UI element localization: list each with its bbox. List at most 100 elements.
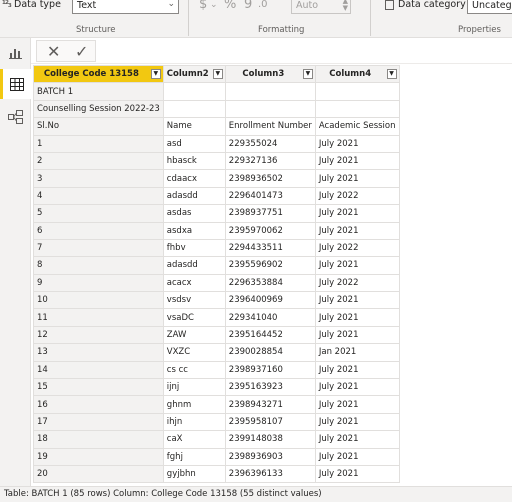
table-cell[interactable]: 229355024 (224, 134, 316, 153)
table-cell[interactable]: ZAW (162, 325, 226, 345)
table-cell[interactable]: Academic Session (314, 117, 400, 136)
table-cell[interactable]: vsaDC (162, 308, 226, 327)
column-header[interactable]: Column2 ▼ (162, 64, 226, 84)
table-cell[interactable]: 14 (33, 360, 164, 380)
table-cell[interactable] (224, 82, 316, 101)
model-view-button[interactable] (0, 102, 31, 132)
table-cell[interactable]: 2398937160 (224, 360, 316, 380)
table-cell[interactable]: 2395970062 (224, 221, 316, 240)
table-cell[interactable] (314, 82, 400, 101)
table-cell[interactable]: BATCH 1 (33, 82, 164, 101)
table-cell[interactable]: 2398937751 (224, 204, 316, 223)
table-cell[interactable]: 5 (33, 204, 164, 223)
table-cell[interactable]: July 2022 (314, 273, 400, 293)
table-cell[interactable]: 20 (33, 464, 164, 484)
table-cell[interactable]: 2398936502 (224, 169, 316, 188)
table-cell[interactable]: 2294433511 (224, 238, 316, 258)
table-cell[interactable] (162, 99, 226, 119)
table-cell[interactable]: July 2021 (314, 360, 400, 380)
percent-button[interactable]: % (224, 0, 236, 12)
table-cell[interactable]: adasdd (162, 186, 226, 206)
table-cell[interactable]: 3 (33, 169, 164, 188)
table-cell[interactable]: 11 (33, 308, 164, 327)
table-cell[interactable]: Name (162, 117, 226, 136)
table-cell[interactable]: July 2021 (314, 204, 400, 223)
table-cell[interactable]: 2395596902 (224, 256, 316, 275)
table-cell[interactable]: 2395164452 (224, 325, 316, 345)
table-cell[interactable]: July 2021 (314, 221, 400, 240)
table-cell[interactable]: July 2021 (314, 447, 400, 466)
filter-dropdown-icon[interactable]: ▼ (212, 69, 223, 79)
table-cell[interactable]: ihjn (162, 412, 226, 432)
table-cell[interactable]: July 2021 (314, 134, 400, 153)
filter-dropdown-icon[interactable]: ▼ (302, 69, 313, 79)
data-type-select[interactable]: Text ⌄ (72, 0, 179, 14)
table-cell[interactable]: 10 (33, 291, 164, 310)
table-cell[interactable]: July 2022 (314, 238, 400, 258)
table-cell[interactable]: 2390028854 (224, 343, 316, 362)
table-cell[interactable]: July 2021 (314, 256, 400, 275)
table-cell[interactable]: 19 (33, 447, 164, 466)
table-cell[interactable]: Counselling Session 2022-23 (33, 99, 164, 119)
table-cell[interactable]: Jan 2021 (314, 343, 400, 362)
table-cell[interactable]: 9 (33, 273, 164, 293)
table-cell[interactable]: July 2021 (314, 430, 400, 449)
data-category-select[interactable]: Uncatego (467, 0, 512, 14)
table-cell[interactable]: 4 (33, 186, 164, 206)
currency-button[interactable]: $ (199, 0, 207, 12)
table-cell[interactable]: 2396396133 (224, 464, 316, 484)
table-cell[interactable]: 2398943271 (224, 395, 316, 414)
table-cell[interactable]: July 2021 (314, 169, 400, 188)
table-cell[interactable]: 8 (33, 256, 164, 275)
table-cell[interactable]: July 2021 (314, 395, 400, 414)
comma-button[interactable]: 9 (244, 0, 252, 12)
table-cell[interactable]: 2398936903 (224, 447, 316, 466)
table-cell[interactable]: 2296353884 (224, 273, 316, 293)
report-view-button[interactable] (0, 38, 31, 68)
table-cell[interactable]: caX (162, 430, 226, 449)
table-cell[interactable]: gyjbhn (162, 464, 226, 484)
table-cell[interactable]: fghj (162, 447, 226, 466)
table-cell[interactable]: 2395958107 (224, 412, 316, 432)
table-cell[interactable]: adasdd (162, 256, 226, 275)
decimal-button[interactable]: .0 (258, 0, 268, 10)
table-cell[interactable]: 15 (33, 378, 164, 397)
table-cell[interactable]: 2395163923 (224, 378, 316, 397)
checkmark-icon[interactable]: ✓ (75, 42, 88, 61)
table-cell[interactable]: 2296401473 (224, 186, 316, 206)
table-cell[interactable]: vsdsv (162, 291, 226, 310)
table-cell[interactable]: hbasck (162, 151, 226, 171)
table-cell[interactable]: asd (162, 134, 226, 153)
table-cell[interactable]: cs cc (162, 360, 226, 380)
table-cell[interactable]: ghnm (162, 395, 226, 414)
table-cell[interactable]: 17 (33, 412, 164, 432)
filter-dropdown-icon[interactable]: ▼ (386, 69, 397, 79)
table-cell[interactable]: acacx (162, 273, 226, 293)
table-cell[interactable]: 2399148038 (224, 430, 316, 449)
column-header[interactable]: Column4 ▼ (314, 64, 400, 84)
table-cell[interactable]: Sl.No (33, 117, 164, 136)
table-cell[interactable]: 13 (33, 343, 164, 362)
table-cell[interactable]: 229327136 (224, 151, 316, 171)
table-cell[interactable]: ijnj (162, 378, 226, 397)
close-icon[interactable]: ✕ (47, 42, 60, 61)
table-cell[interactable]: July 2022 (314, 186, 400, 206)
table-cell[interactable]: July 2021 (314, 308, 400, 327)
table-cell[interactable]: 16 (33, 395, 164, 414)
filter-dropdown-icon[interactable]: ▼ (150, 69, 161, 79)
data-view-button[interactable] (0, 69, 31, 99)
table-cell[interactable]: cdaacx (162, 169, 226, 188)
table-cell[interactable]: 2 (33, 151, 164, 171)
table-cell[interactable] (224, 99, 316, 119)
table-cell[interactable]: July 2021 (314, 412, 400, 432)
table-cell[interactable] (314, 99, 400, 119)
table-cell[interactable]: VXZC (162, 343, 226, 362)
table-cell[interactable]: asdxa (162, 221, 226, 240)
table-cell[interactable]: fhbv (162, 238, 226, 258)
column-header[interactable]: Column3 ▼ (224, 64, 316, 84)
table-cell[interactable]: July 2021 (314, 325, 400, 345)
table-cell[interactable]: July 2021 (314, 378, 400, 397)
table-cell[interactable]: 1 (33, 134, 164, 153)
table-cell[interactable]: July 2021 (314, 151, 400, 171)
table-cell[interactable]: 12 (33, 325, 164, 345)
